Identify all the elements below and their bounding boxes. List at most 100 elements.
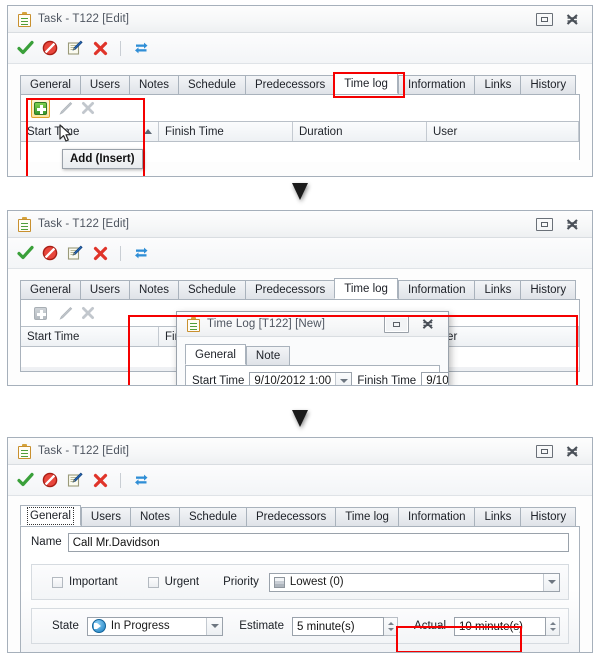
state-select[interactable]: In Progress — [86, 616, 224, 636]
column-header-user[interactable]: User — [427, 122, 579, 141]
close-icon[interactable] — [565, 445, 580, 458]
delete-row-icon[interactable] — [81, 101, 95, 115]
tab-users[interactable]: Users — [79, 75, 129, 94]
tab-links[interactable]: Links — [474, 507, 521, 526]
estimate-input[interactable]: 5 minute(s) — [292, 616, 385, 636]
tab-general[interactable]: General — [20, 505, 81, 526]
toolbar-separator — [120, 245, 121, 261]
dialog-close-icon[interactable] — [421, 318, 436, 331]
delete-icon[interactable] — [91, 39, 109, 57]
tab-panel-general: Name Call Mr.Davidson Important Urgent P… — [20, 527, 580, 652]
priority-select[interactable]: Lowest (0) — [268, 572, 560, 592]
tab-predecessors[interactable]: Predecessors — [245, 507, 336, 526]
column-header-duration[interactable]: Duration — [293, 122, 427, 141]
window-title: Task - T122 [Edit] — [38, 13, 130, 25]
tab-general[interactable]: General — [20, 75, 80, 94]
tab-schedule[interactable]: Schedule — [178, 280, 245, 299]
action-toolbar-step3 — [8, 465, 592, 496]
dialog-tab-general[interactable]: General — [185, 344, 246, 365]
urgent-checkbox[interactable]: Urgent — [147, 576, 199, 588]
refresh-icon[interactable] — [132, 244, 150, 262]
dialog-tab-note[interactable]: Note — [245, 346, 291, 365]
tab-general[interactable]: General — [20, 280, 80, 299]
finish-time-label: Finish Time — [357, 375, 417, 386]
ok-icon[interactable] — [16, 39, 34, 57]
in-progress-icon — [91, 619, 106, 633]
tab-links[interactable]: Links — [474, 75, 521, 94]
tab-information[interactable]: Information — [397, 280, 475, 299]
column-header-start-time[interactable]: Start Time — [21, 327, 159, 346]
ok-icon[interactable] — [16, 471, 34, 489]
state-label: State — [52, 620, 79, 632]
chevron-down-icon[interactable] — [206, 617, 223, 635]
estimate-spin-buttons[interactable] — [384, 616, 399, 636]
tabstrip-wrap-step1: General Users Notes Schedule Predecessor… — [8, 64, 592, 95]
tab-users[interactable]: Users — [80, 507, 130, 526]
chevron-down-icon[interactable] — [543, 573, 559, 591]
finish-time-value: 9/10/2012 1:10 PM — [426, 374, 449, 386]
checkbox-box[interactable] — [147, 576, 159, 588]
flags-group: Important Urgent Priority Lowest (0) — [31, 564, 569, 600]
restore-button[interactable] — [536, 444, 553, 458]
checkbox-box[interactable] — [52, 576, 63, 588]
tab-notes[interactable]: Notes — [128, 280, 178, 299]
refresh-icon[interactable] — [132, 39, 150, 57]
time-log-dialog: Time Log [T122] [New] General Note Start… — [176, 311, 449, 386]
cancel-icon[interactable] — [41, 471, 59, 489]
column-header-finish-time[interactable]: Finish Time — [159, 122, 293, 141]
tab-history[interactable]: History — [520, 75, 577, 94]
edit-icon[interactable] — [66, 39, 84, 57]
important-label: Important — [69, 576, 118, 588]
tab-schedule[interactable]: Schedule — [178, 75, 245, 94]
tab-predecessors[interactable]: Predecessors — [244, 75, 335, 94]
tab-links[interactable]: Links — [474, 280, 521, 299]
edit-row-icon[interactable] — [58, 306, 73, 321]
ok-icon[interactable] — [16, 244, 34, 262]
important-checkbox[interactable]: Important — [52, 576, 118, 588]
delete-row-icon[interactable] — [81, 306, 95, 320]
chevron-down-icon[interactable] — [335, 372, 352, 385]
close-icon[interactable] — [565, 13, 580, 26]
clipboard-icon — [18, 216, 32, 232]
finish-time-field[interactable]: 9/10/2012 1:10 PM — [421, 371, 449, 386]
delete-icon[interactable] — [91, 471, 109, 489]
add-button[interactable] — [31, 304, 50, 323]
actual-input[interactable]: 10 minute(s) — [454, 616, 546, 636]
tab-notes[interactable]: Notes — [129, 507, 179, 526]
sort-ascending-icon — [144, 129, 152, 134]
tab-schedule[interactable]: Schedule — [179, 507, 246, 526]
column-header-start-time[interactable]: Start Time — [21, 122, 159, 141]
close-icon[interactable] — [565, 218, 580, 231]
column-header-user[interactable]: User — [427, 327, 579, 346]
tab-information[interactable]: Information — [397, 507, 475, 526]
tab-time-log[interactable]: Time log — [334, 73, 398, 94]
actual-spin-buttons[interactable] — [546, 616, 560, 636]
tab-notes[interactable]: Notes — [128, 75, 178, 94]
tab-time-log[interactable]: Time log — [335, 507, 398, 526]
delete-icon[interactable] — [91, 244, 109, 262]
tab-predecessors[interactable]: Predecessors — [244, 280, 335, 299]
edit-row-icon[interactable] — [58, 101, 73, 116]
tab-users[interactable]: Users — [79, 280, 129, 299]
start-time-field[interactable]: 9/10/2012 1:00 PM — [249, 371, 353, 385]
dialog-title: Time Log [T122] [New] — [207, 318, 325, 330]
tab-time-log[interactable]: Time log — [334, 278, 398, 299]
cancel-icon[interactable] — [41, 39, 59, 57]
actual-stepper[interactable]: 10 minute(s) — [454, 616, 560, 636]
tab-history[interactable]: History — [520, 507, 577, 526]
edit-icon[interactable] — [66, 244, 84, 262]
add-button[interactable] — [31, 98, 50, 118]
name-input[interactable]: Call Mr.Davidson — [67, 532, 569, 552]
dialog-restore-button[interactable] — [384, 315, 409, 333]
estimate-stepper[interactable]: 5 minute(s) — [292, 616, 399, 636]
start-time-label: Start Time — [192, 375, 245, 386]
titlebar-step3: Task - T122 [Edit] — [8, 438, 592, 465]
restore-button[interactable] — [536, 217, 553, 231]
edit-icon[interactable] — [66, 471, 84, 489]
tab-information[interactable]: Information — [397, 75, 475, 94]
dialog-tabstrip-wrap: General Note — [177, 337, 448, 366]
restore-button[interactable] — [536, 12, 553, 26]
tab-history[interactable]: History — [520, 280, 577, 299]
cancel-icon[interactable] — [41, 244, 59, 262]
refresh-icon[interactable] — [132, 471, 150, 489]
